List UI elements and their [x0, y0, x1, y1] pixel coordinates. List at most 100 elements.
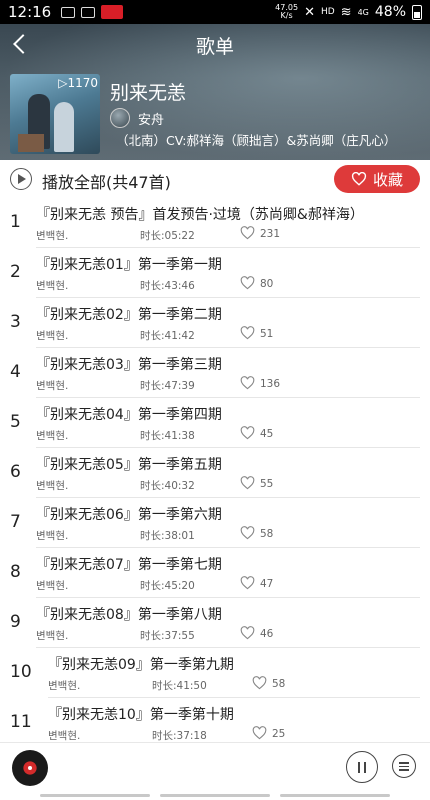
track-row[interactable]: 3 『别来无恙02』第一季第二期 변백현. 时长:41:42 51	[0, 298, 430, 348]
like-heart-icon[interactable]	[240, 476, 255, 490]
mini-player	[0, 742, 430, 792]
track-title[interactable]: 『别来无恙 预告』首发预告·过境（苏尚卿&郝祥海）	[36, 204, 364, 224]
album-title: 别来无恙	[110, 82, 187, 104]
track-index: 5	[10, 412, 21, 432]
track-index: 10	[10, 662, 32, 682]
track-likes: 51	[260, 328, 274, 340]
app-notification-icon	[101, 5, 124, 19]
track-row[interactable]: 9 『别来无恙08』第一季第八期 변백현. 时长:37:55 46	[0, 598, 430, 648]
track-likes: 58	[272, 678, 286, 690]
track-row[interactable]: 8 『别来无恙07』第一季第七期 변백현. 时长:45:20 47	[0, 548, 430, 598]
favorite-button[interactable]: 收藏	[334, 165, 420, 193]
track-row[interactable]: 1 『别来无恙 预告』首发预告·过境（苏尚卿&郝祥海） 변백현. 时长:05:2…	[0, 198, 430, 248]
status-left-icons	[61, 5, 124, 19]
like-heart-icon[interactable]	[240, 526, 255, 540]
track-duration: 时长:43:46	[140, 280, 195, 292]
list-line	[399, 762, 409, 764]
track-author: 변백현.	[36, 480, 69, 492]
system-nav-bar	[0, 792, 430, 800]
track-duration: 时长:41:42	[140, 330, 195, 342]
track-duration: 时长:40:32	[140, 480, 195, 492]
hd-label: HD	[320, 7, 335, 17]
track-likes: 25	[272, 728, 286, 740]
pause-button[interactable]	[346, 751, 378, 783]
track-title[interactable]: 『别来无恙07』第一季第七期	[36, 554, 222, 574]
track-likes: 231	[260, 228, 281, 240]
author-name[interactable]: 安舟	[138, 109, 164, 128]
playlist-button[interactable]	[392, 754, 416, 778]
track-author: 변백현.	[36, 530, 69, 542]
track-row[interactable]: 6 『别来无恙05』第一季第五期 변백현. 时长:40:32 55	[0, 448, 430, 498]
track-row[interactable]: 5 『别来无恙04』第一季第四期 변백현. 时长:41:38 45	[0, 398, 430, 448]
track-likes: 80	[260, 278, 274, 290]
like-heart-icon[interactable]	[240, 376, 255, 390]
signal-label: 4G	[357, 7, 369, 17]
network-speed: 47.05 K/s	[275, 3, 299, 20]
track-title[interactable]: 『别来无恙04』第一季第四期	[36, 404, 222, 424]
favorite-label: 收藏	[372, 170, 403, 189]
like-heart-icon[interactable]	[240, 226, 255, 240]
play-count: ▷1170	[58, 76, 98, 90]
nav-hint-bar[interactable]	[280, 794, 390, 797]
wechat-icon	[81, 6, 96, 18]
track-title[interactable]: 『别来无恙01』第一季第一期	[36, 254, 222, 274]
track-index: 3	[10, 312, 21, 332]
like-heart-icon[interactable]	[240, 326, 255, 340]
track-title[interactable]: 『别来无恙06』第一季第六期	[36, 504, 222, 524]
cover-suitcase	[18, 134, 44, 152]
track-list: 1 『别来无恙 预告』首发预告·过境（苏尚卿&郝祥海） 변백현. 时长:05:2…	[0, 198, 430, 748]
track-duration: 时长:38:01	[140, 530, 195, 542]
like-heart-icon[interactable]	[240, 276, 255, 290]
status-time: 12:16	[8, 3, 52, 21]
track-likes: 58	[260, 528, 274, 540]
track-title[interactable]: 『别来无恙03』第一季第三期	[36, 354, 222, 374]
track-index: 7	[10, 512, 21, 532]
like-heart-icon[interactable]	[240, 626, 255, 640]
wifi-icon: ≋	[340, 4, 352, 20]
action-bar: 播放全部(共47首) 收藏	[0, 160, 430, 198]
album-description: （北南）CV:郝祥海（顾拙言）&苏尚卿（庄凡心）	[116, 133, 397, 148]
cover-figure	[54, 102, 74, 152]
track-title[interactable]: 『别来无恙09』第一季第九期	[48, 654, 234, 674]
track-title[interactable]: 『别来无恙05』第一季第五期	[36, 454, 222, 474]
track-duration: 时长:45:20	[140, 580, 195, 592]
track-author: 변백현.	[36, 630, 69, 642]
track-row[interactable]: 2 『别来无恙01』第一季第一期 변백현. 时长:43:46 80	[0, 248, 430, 298]
nav-hint-bar[interactable]	[40, 794, 150, 797]
track-index: 8	[10, 562, 21, 582]
track-title[interactable]: 『别来无恙02』第一季第二期	[36, 304, 222, 324]
track-duration: 时长:41:50	[152, 680, 207, 692]
track-duration: 时长:37:55	[140, 630, 195, 642]
track-row[interactable]: 11 『别来无恙10』第一季第十期 변백현. 时长:37:18 25	[0, 698, 430, 748]
track-author: 변백현.	[36, 430, 69, 442]
track-author: 변백현.	[36, 580, 69, 592]
track-row[interactable]: 4 『别来无恙03』第一季第三期 변백현. 时长:47:39 136	[0, 348, 430, 398]
track-row[interactable]: 10 『别来无恙09』第一季第九期 변백현. 时长:41:50 58	[0, 648, 430, 698]
play-all-icon[interactable]	[10, 168, 32, 190]
track-row[interactable]: 7 『别来无恙06』第一季第六期 변백현. 时长:38:01 58	[0, 498, 430, 548]
battery-percent: 48%	[374, 4, 406, 20]
playlist-header: 歌单 ▷1170 别来无恙 安舟 （北南）CV:郝祥海（顾拙言）&苏尚卿（庄凡心…	[0, 24, 430, 160]
like-heart-icon[interactable]	[252, 726, 267, 740]
status-bar: 12:16 47.05 K/s ✕ HD ≋ 4G 48%	[0, 0, 430, 24]
track-likes: 45	[260, 428, 274, 440]
track-author: 변백현.	[36, 330, 69, 342]
battery-icon	[412, 4, 422, 20]
like-heart-icon[interactable]	[240, 576, 255, 590]
nav-hint-bar[interactable]	[160, 794, 270, 797]
play-all-button[interactable]: 播放全部(共47首)	[42, 169, 171, 193]
author-row[interactable]: 安舟	[110, 108, 164, 128]
track-index: 2	[10, 262, 21, 282]
page-title: 歌单	[195, 36, 234, 58]
like-heart-icon[interactable]	[240, 426, 255, 440]
track-duration: 时长:47:39	[140, 380, 195, 392]
track-author: 변백현.	[36, 280, 69, 292]
like-heart-icon[interactable]	[252, 676, 267, 690]
track-author: 변백현.	[36, 380, 69, 392]
track-title[interactable]: 『别来无恙10』第一季第十期	[48, 704, 234, 724]
vinyl-disc-icon[interactable]	[12, 750, 48, 786]
avatar[interactable]	[110, 108, 130, 128]
album-cover[interactable]: ▷1170	[10, 74, 100, 154]
track-title[interactable]: 『别来无恙08』第一季第八期	[36, 604, 222, 624]
track-author: 변백현.	[48, 730, 81, 742]
